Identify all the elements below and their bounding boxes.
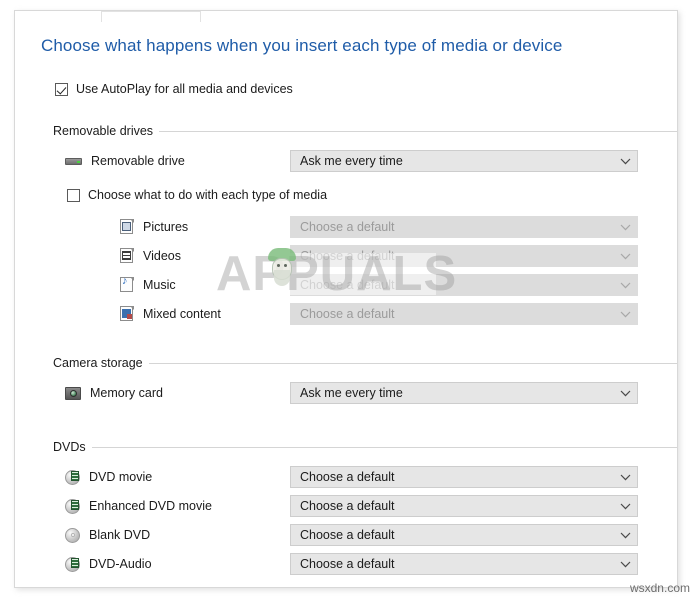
combo-music[interactable]: Choose a default xyxy=(290,274,638,296)
autoplay-settings-window: Choose what happens when you insert each… xyxy=(14,10,678,588)
combo-value-dvd-audio: Choose a default xyxy=(300,557,395,571)
combo-blank-dvd[interactable]: Choose a default xyxy=(290,524,638,546)
section-rule xyxy=(159,130,677,132)
chevron-down-icon[interactable] xyxy=(613,304,637,324)
combo-videos[interactable]: Choose a default xyxy=(290,245,638,267)
combo-mixed-content[interactable]: Choose a default xyxy=(290,303,638,325)
row-enhanced-dvd-movie: Enhanced DVD movie xyxy=(65,495,212,517)
combo-value-enhanced-dvd-movie: Choose a default xyxy=(300,499,395,513)
row-music: Music xyxy=(120,274,176,296)
videos-icon xyxy=(120,248,134,264)
combo-value-removable-drive: Ask me every time xyxy=(300,154,403,168)
section-dvds: DVDs xyxy=(53,440,677,454)
section-removable-drives: Removable drives xyxy=(53,124,677,138)
chevron-down-icon[interactable] xyxy=(613,525,637,545)
page-title: Choose what happens when you insert each… xyxy=(41,36,563,55)
row-dvd-audio: DVD-Audio xyxy=(65,553,152,575)
combo-value-pictures: Choose a default xyxy=(300,220,395,234)
section-rule xyxy=(91,446,677,448)
combo-value-blank-dvd: Choose a default xyxy=(300,528,395,542)
row-mixed-content: Mixed content xyxy=(120,303,221,325)
section-label-removable-drives: Removable drives xyxy=(53,124,154,138)
chevron-down-icon[interactable] xyxy=(613,383,637,403)
section-rule xyxy=(148,362,677,364)
row-label-videos: Videos xyxy=(143,249,181,263)
use-autoplay-checkbox-row[interactable]: Use AutoPlay for all media and devices xyxy=(55,82,293,96)
combo-dvd-audio[interactable]: Choose a default xyxy=(290,553,638,575)
dvd-movie-icon xyxy=(65,469,80,485)
row-label-removable-drive: Removable drive xyxy=(91,154,185,168)
row-label-blank-dvd: Blank DVD xyxy=(89,528,151,542)
enhanced-dvd-movie-icon xyxy=(65,498,80,514)
row-label-dvd-audio: DVD-Audio xyxy=(89,557,152,571)
chevron-down-icon[interactable] xyxy=(613,467,637,487)
removable-drive-icon xyxy=(65,155,82,167)
appuals-mascot-icon xyxy=(266,248,300,290)
row-removable-drive: Removable drive xyxy=(65,150,185,172)
mixed-content-icon xyxy=(120,306,134,322)
use-autoplay-checkbox[interactable] xyxy=(55,82,68,96)
section-camera-storage: Camera storage xyxy=(53,356,677,370)
row-label-music: Music xyxy=(143,278,176,292)
section-label-camera-storage: Camera storage xyxy=(53,356,143,370)
row-memory-card: Memory card xyxy=(65,382,163,404)
combo-value-mixed-content: Choose a default xyxy=(300,307,395,321)
dvd-audio-icon xyxy=(65,556,80,572)
choose-each-type-checkbox[interactable] xyxy=(67,188,80,202)
combo-value-music: Choose a default xyxy=(300,278,395,292)
chevron-down-icon[interactable] xyxy=(613,151,637,171)
chevron-down-icon[interactable] xyxy=(613,275,637,295)
row-label-dvd-movie: DVD movie xyxy=(89,470,153,484)
combo-value-memory-card: Ask me every time xyxy=(300,386,403,400)
pictures-icon xyxy=(120,219,134,235)
combo-memory-card[interactable]: Ask me every time xyxy=(290,382,638,404)
chevron-down-icon[interactable] xyxy=(613,217,637,237)
row-label-enhanced-dvd-movie: Enhanced DVD movie xyxy=(89,499,212,513)
combo-enhanced-dvd-movie[interactable]: Choose a default xyxy=(290,495,638,517)
screenshot-root: Choose what happens when you insert each… xyxy=(0,0,696,604)
music-icon xyxy=(120,276,134,293)
choose-each-type-checkbox-row[interactable]: Choose what to do with each type of medi… xyxy=(67,188,327,202)
combo-removable-drive[interactable]: Ask me every time xyxy=(290,150,638,172)
combo-pictures[interactable]: Choose a default xyxy=(290,216,638,238)
row-dvd-movie: DVD movie xyxy=(65,466,152,488)
row-label-mixed-content: Mixed content xyxy=(143,307,221,321)
bottom-right-watermark: wsxdn.com xyxy=(629,581,690,595)
combo-value-videos: Choose a default xyxy=(300,249,395,263)
section-label-dvds: DVDs xyxy=(53,440,86,454)
chevron-down-icon[interactable] xyxy=(613,554,637,574)
blank-dvd-icon xyxy=(65,527,80,543)
chevron-down-icon[interactable] xyxy=(613,496,637,516)
choose-each-type-label: Choose what to do with each type of medi… xyxy=(88,188,328,202)
row-pictures: Pictures xyxy=(120,216,188,238)
memory-card-icon xyxy=(65,386,81,400)
window-tab-stub xyxy=(101,11,201,22)
use-autoplay-label: Use AutoPlay for all media and devices xyxy=(76,82,293,96)
combo-dvd-movie[interactable]: Choose a default xyxy=(290,466,638,488)
row-videos: Videos xyxy=(120,245,181,267)
row-label-memory-card: Memory card xyxy=(90,386,163,400)
row-blank-dvd: Blank DVD xyxy=(65,524,150,546)
combo-value-dvd-movie: Choose a default xyxy=(300,470,395,484)
chevron-down-icon[interactable] xyxy=(613,246,637,266)
row-label-pictures: Pictures xyxy=(143,220,189,234)
